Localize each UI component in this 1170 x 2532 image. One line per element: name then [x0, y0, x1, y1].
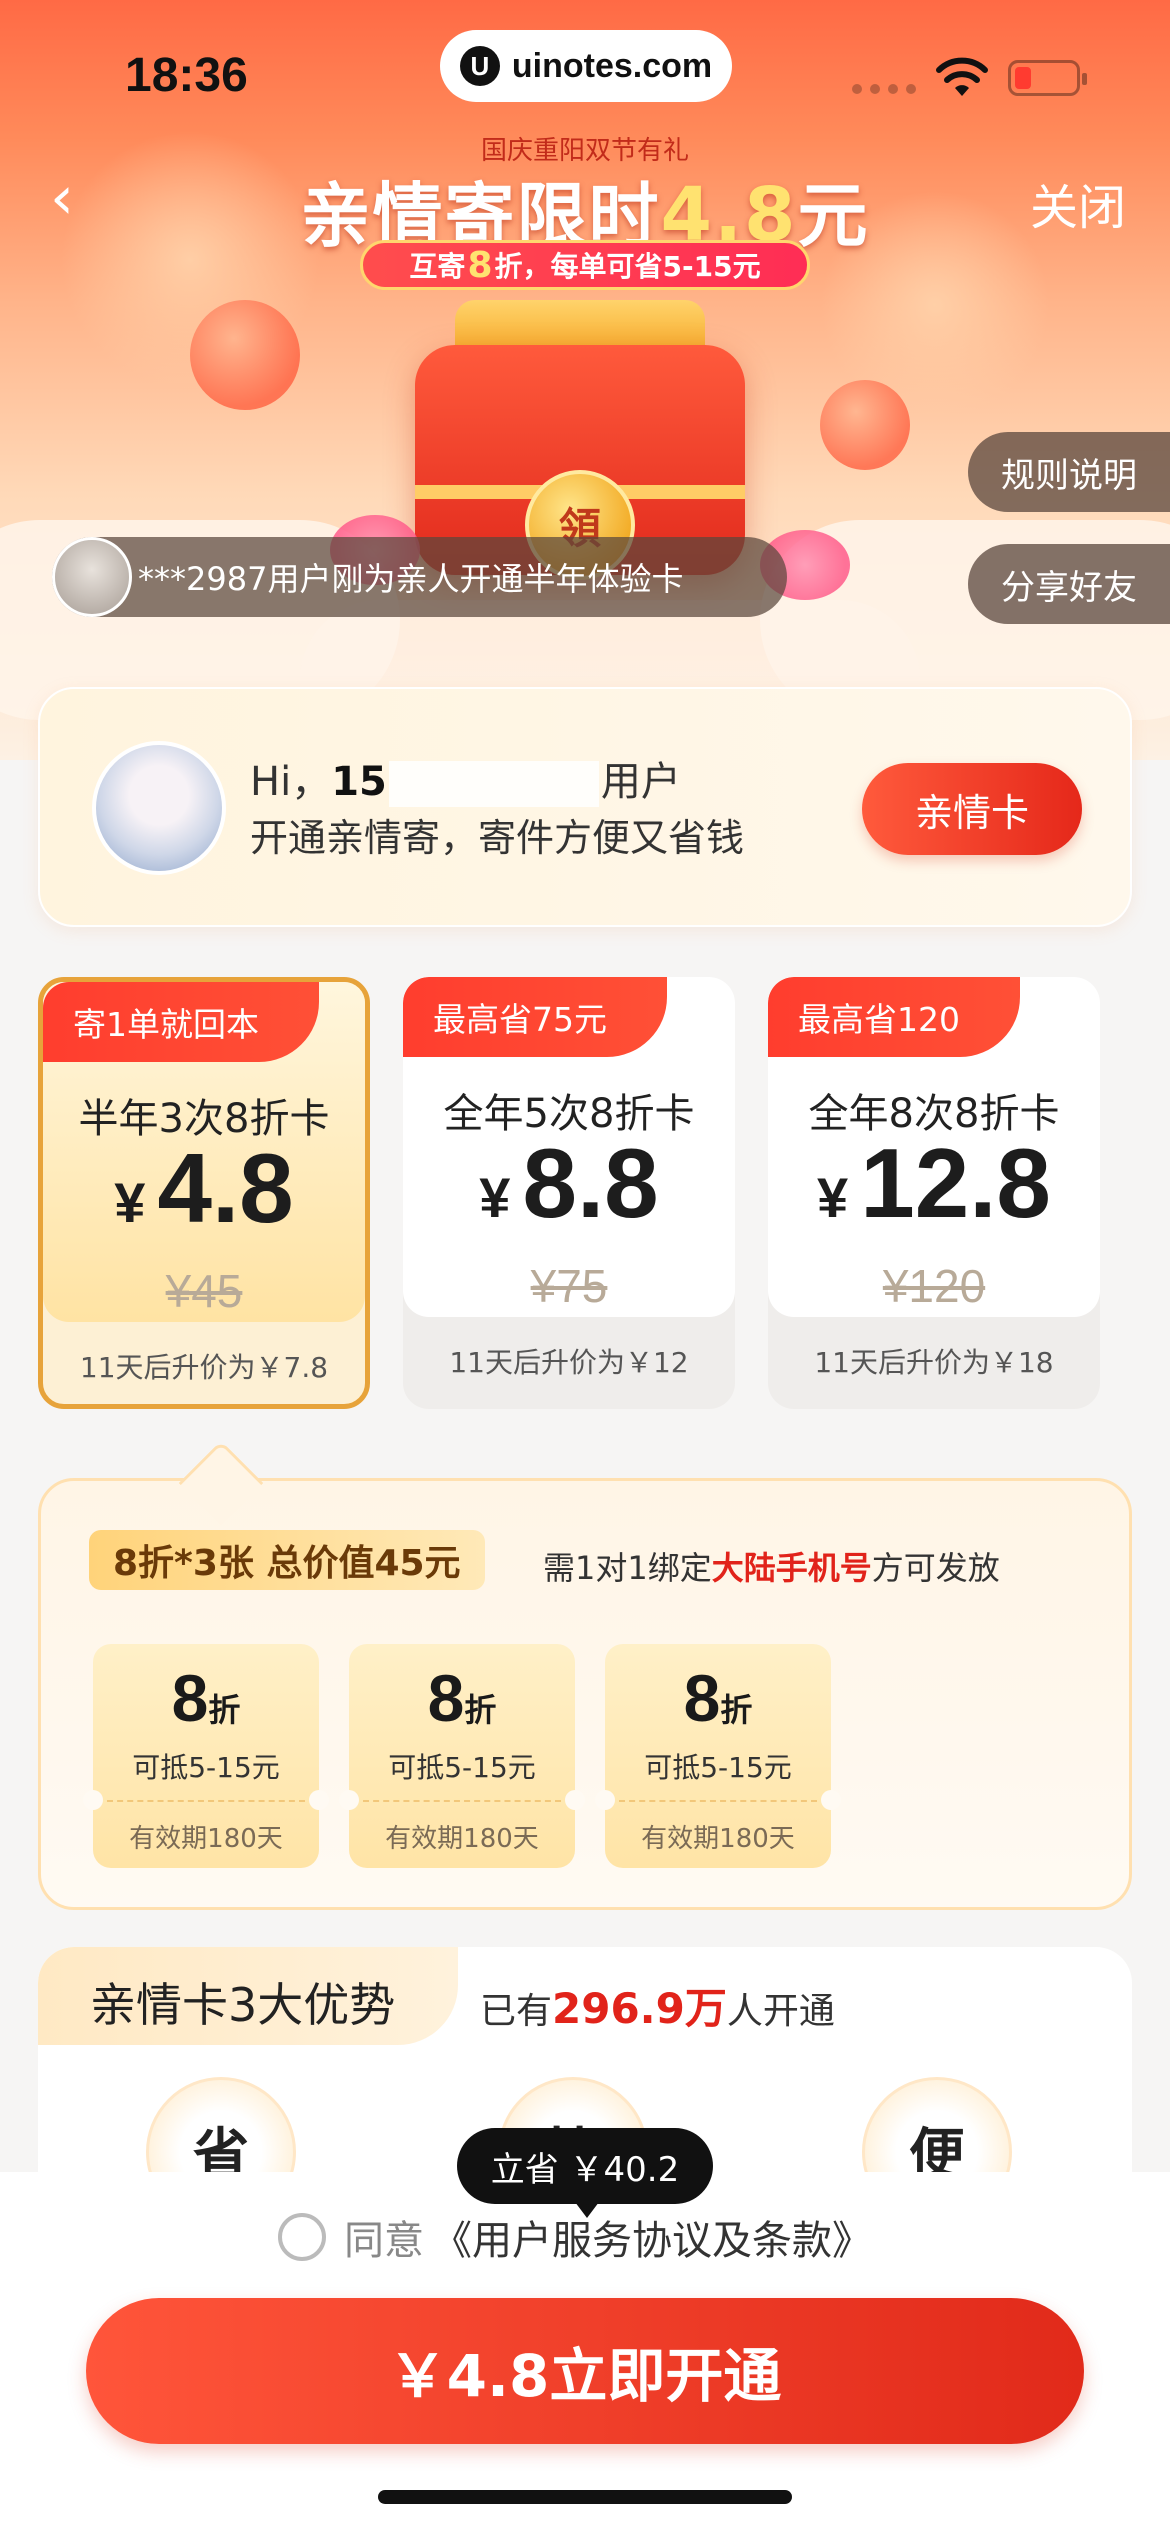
currency-symbol: ¥ — [114, 1171, 146, 1234]
ticker-text: ***2987用户刚为亲人开通半年体验卡 — [138, 560, 684, 598]
advantages-title: 亲情卡3大优势 — [90, 1978, 396, 2032]
plan-card-full-year-5[interactable]: 最高省75元 全年5次8折卡 ¥8.8 ¥75 11天后升价为￥12 — [403, 977, 735, 1409]
coupon-unit: 折 — [464, 1691, 497, 1729]
user-card: Hi，15 用户 开通亲情寄，寄件方便又省钱 亲情卡 — [38, 687, 1132, 927]
greeting-suffix: 用户 — [600, 759, 681, 805]
coupon-card: 8折 可抵5-15元 有效期180天 — [339, 1644, 585, 1868]
share-button[interactable]: 分享好友 — [968, 544, 1170, 624]
url-pill[interactable]: U uinotes.com — [440, 30, 732, 102]
coupon-value: 8 — [683, 1661, 721, 1735]
plan-upgrade-note: 11天后升价为￥12 — [449, 1346, 689, 1379]
currency-symbol: ¥ — [479, 1166, 511, 1229]
coupon-section-title: 8折*3张 总价值45元 — [89, 1530, 485, 1590]
note-prefix: 需1对1绑定 — [543, 1549, 712, 1587]
activity-ticker: ***2987用户刚为亲人开通半年体验卡 — [52, 537, 787, 617]
wifi-icon — [936, 57, 988, 96]
note-suffix: 方可发放 — [871, 1549, 1000, 1587]
promo-suffix: 折，每单可省5-15元 — [494, 250, 761, 283]
coupon-section-note: 需1对1绑定大陆手机号方可发放 — [543, 1543, 1000, 1589]
user-greeting: Hi，15 用户 — [250, 749, 681, 807]
plan-card-full-year-8[interactable]: 最高省120 全年8次8折卡 ¥12.8 ¥120 11天后升价为￥18 — [768, 977, 1100, 1409]
coupon-card: 8折 可抵5-15元 有效期180天 — [83, 1644, 329, 1868]
lantern-decoration — [190, 300, 300, 410]
plan-original-price: ¥45 — [165, 1265, 243, 1317]
plan-tag: 寄1单就回本 — [43, 982, 319, 1062]
promo-pill: 互寄 8 折，每单可省5-15元 — [360, 240, 810, 290]
plan-price: ¥4.8 — [43, 1132, 365, 1245]
currency-symbol: ¥ — [817, 1166, 849, 1229]
agree-checkbox[interactable] — [278, 2213, 326, 2261]
count-prefix: 已有 — [480, 1991, 553, 2032]
activate-button[interactable]: ￥4.8立即开通 — [86, 2298, 1084, 2444]
coupon-validity: 有效期180天 — [129, 1824, 283, 1854]
status-bar: 18:36 U uinotes.com — [0, 30, 1170, 120]
price-value: 8.8 — [522, 1128, 659, 1238]
phone-prefix: 15 — [331, 759, 387, 805]
plan-tag: 最高省75元 — [403, 977, 667, 1057]
price-value: 4.8 — [157, 1133, 294, 1243]
coupon-deduct: 可抵5-15元 — [388, 1751, 536, 1784]
count-suffix: 人开通 — [726, 1991, 835, 2032]
promo-discount: 8 — [467, 244, 493, 286]
coupon-value: 8 — [427, 1661, 465, 1735]
plan-tag: 最高省120 — [768, 977, 1020, 1057]
advantage-convenient-icon: 便 — [862, 2077, 1012, 2187]
avatar — [92, 741, 226, 875]
agreement-row: 同意 《用户服务协议及条款》 — [278, 2208, 872, 2266]
plan-price: ¥8.8 — [403, 1127, 735, 1240]
plan-price: ¥12.8 — [768, 1127, 1100, 1240]
coupon-validity: 有效期180天 — [641, 1824, 795, 1854]
coupon-card: 8折 可抵5-15元 有效期180天 — [595, 1644, 841, 1868]
coupon-validity: 有效期180天 — [385, 1824, 539, 1854]
cellular-signal-icon — [852, 84, 916, 94]
agreement-link[interactable]: 《用户服务协议及条款》 — [432, 2208, 872, 2266]
coupon-section: 8折*3张 总价值45元 需1对1绑定大陆手机号方可发放 8折 可抵5-15元 … — [38, 1440, 1132, 1910]
title-suffix: 元 — [797, 175, 870, 257]
site-logo-icon: U — [459, 46, 500, 86]
coupon-unit: 折 — [720, 1691, 753, 1729]
coupon-deduct: 可抵5-15元 — [132, 1751, 280, 1784]
family-card-button[interactable]: 亲情卡 — [862, 763, 1082, 855]
avatar — [52, 537, 132, 617]
rules-button[interactable]: 规则说明 — [968, 432, 1170, 512]
url-text: uinotes.com — [511, 46, 713, 85]
savings-tooltip: 立省 ￥40.2 — [457, 2128, 713, 2218]
coupon-deduct: 可抵5-15元 — [644, 1751, 792, 1784]
battery-icon — [1008, 60, 1087, 96]
lantern-decoration — [820, 380, 910, 470]
plan-original-price: ¥120 — [882, 1260, 986, 1312]
user-desc: 开通亲情寄，寄件方便又省钱 — [250, 816, 745, 860]
greeting-text: Hi， — [250, 759, 332, 805]
plan-original-price: ¥75 — [530, 1260, 608, 1312]
status-time: 18:36 — [125, 49, 248, 102]
advantage-save-icon: 省 — [146, 2077, 296, 2187]
plan-card-half-year[interactable]: 寄1单就回本 半年3次8折卡 ¥4.8 ¥45 11天后升价为￥7.8 — [38, 977, 370, 1409]
plan-upgrade-note: 11天后升价为￥18 — [814, 1346, 1054, 1379]
price-value: 12.8 — [860, 1128, 1051, 1238]
agree-prefix: 同意 — [344, 2218, 424, 2264]
coupon-unit: 折 — [208, 1691, 241, 1729]
count-value: 296.9万 — [552, 1984, 727, 2033]
home-indicator[interactable] — [378, 2490, 792, 2504]
promo-prefix: 互寄 — [409, 250, 466, 283]
advantages-count: 已有296.9万人开通 — [480, 1975, 835, 2036]
plan-upgrade-note: 11天后升价为￥7.8 — [79, 1351, 329, 1384]
phone-mask — [388, 761, 599, 807]
note-highlight: 大陆手机号 — [711, 1549, 872, 1587]
coupon-value: 8 — [171, 1661, 209, 1735]
